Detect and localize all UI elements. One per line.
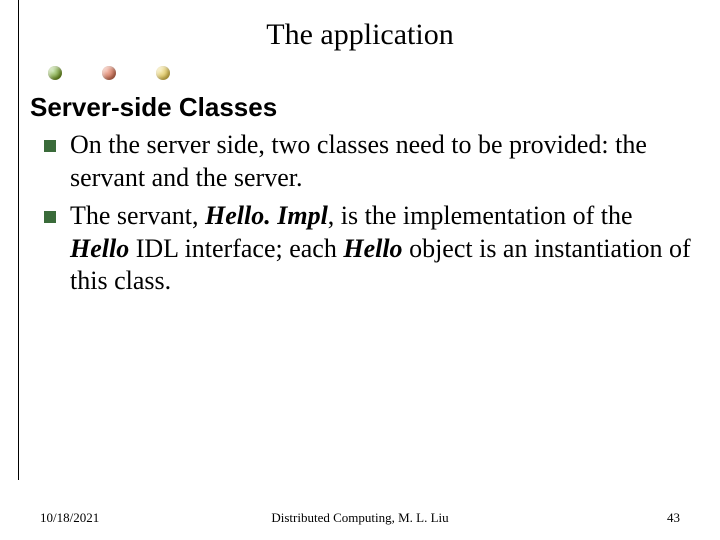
list-item: On the server side, two classes need to … [30,129,696,194]
bullet-icon [44,211,56,223]
subheading: Server-side Classes [30,92,696,123]
footer-center: Distributed Computing, M. L. Liu [0,510,720,526]
dot-icon [156,66,170,80]
vertical-rule [18,0,19,480]
bullet-icon [44,140,56,152]
list-item: The servant, Hello. Impl, is the impleme… [30,200,696,298]
slide-body: Server-side Classes On the server side, … [30,92,696,304]
list-item-text: The servant, Hello. Impl, is the impleme… [70,200,696,298]
dot-icon [102,66,116,80]
slide-title: The application [0,18,720,52]
dot-icon [48,66,62,80]
bullet-list: On the server side, two classes need to … [30,129,696,298]
decorative-dots [48,66,170,80]
footer-page: 43 [667,510,680,526]
list-item-text: On the server side, two classes need to … [70,129,696,194]
slide: The application Server-side Classes On t… [0,0,720,540]
